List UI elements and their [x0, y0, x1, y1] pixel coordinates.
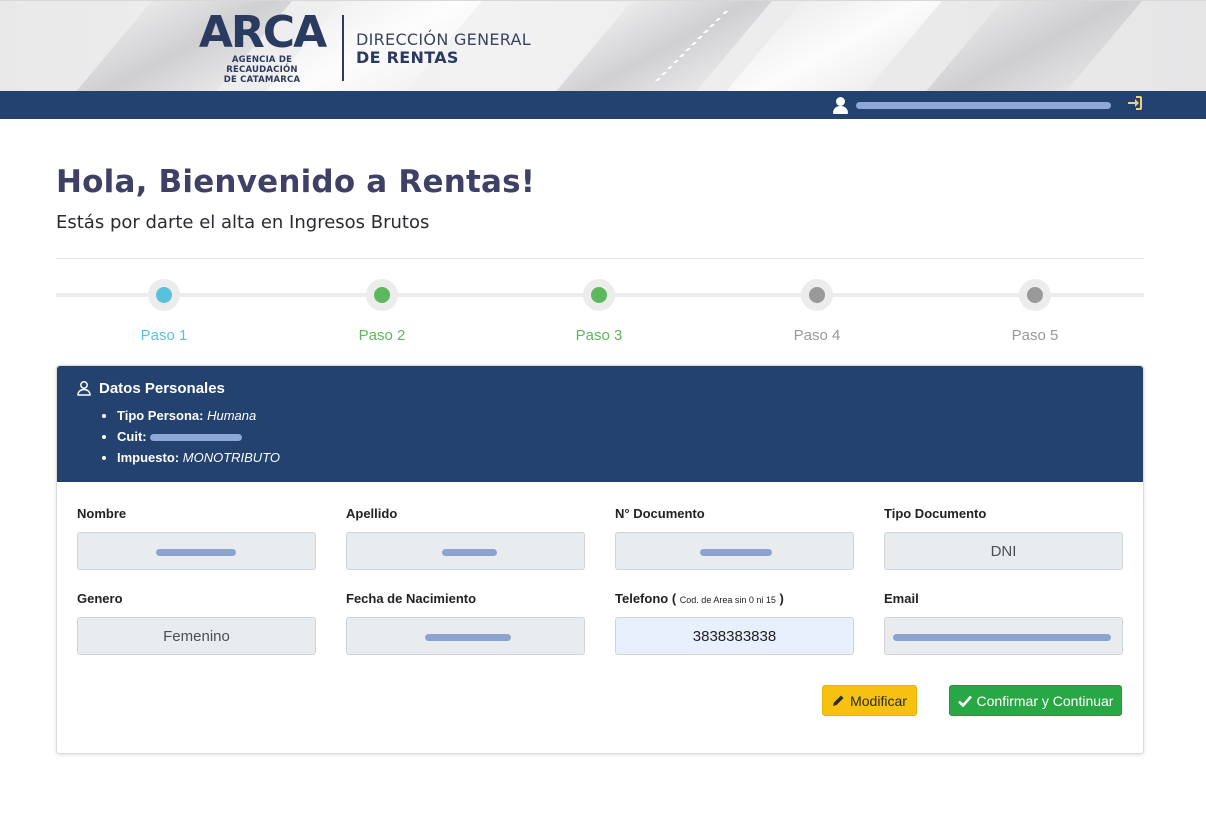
confirmar-label: Confirmar y Continuar	[976, 692, 1114, 709]
logo-sub-2: DE CATAMARCA	[223, 75, 301, 85]
card-header: Datos Personales Tipo Persona: Humana Cu…	[57, 366, 1143, 482]
field-genero: Genero Femenino	[77, 591, 316, 655]
telefono-label-text: Telefono	[615, 591, 669, 606]
card-title: Datos Personales	[77, 380, 1123, 397]
documento-label: N° Documento	[615, 506, 705, 521]
field-fecha-nacimiento: Fecha de Nacimiento	[346, 591, 585, 655]
telefono-hint: Cod. de Area sin 0 ni 15	[679, 595, 776, 605]
dept-line-2: DE RENTAS	[356, 48, 459, 67]
step-5-dot	[1027, 287, 1043, 303]
redaction-mark	[700, 549, 772, 556]
step-3[interactable]: Paso 3	[549, 279, 649, 344]
redaction-mark	[156, 549, 236, 556]
step-4-dot	[809, 287, 825, 303]
telefono-label: Telefono ( Cod. de Area sin 0 ni 15 )	[615, 591, 854, 609]
apellido-input[interactable]	[346, 532, 585, 570]
modificar-button[interactable]: Modificar	[822, 685, 917, 716]
step-2-label: Paso 2	[358, 327, 406, 344]
step-5[interactable]: Paso 5	[985, 279, 1085, 344]
field-documento: N° Documento	[615, 506, 854, 570]
nombre-label: Nombre	[77, 506, 127, 521]
list-item: Tipo Persona: Humana	[117, 405, 1123, 426]
tipo-persona-value: Humana	[207, 408, 257, 423]
nombre-input[interactable]	[77, 532, 316, 570]
divider	[56, 258, 1144, 259]
confirmar-button[interactable]: Confirmar y Continuar	[949, 685, 1122, 716]
impuesto-label: Impuesto:	[117, 450, 180, 465]
step-2[interactable]: Paso 2	[332, 279, 432, 344]
user-outline-icon	[77, 381, 91, 396]
page-subtitle: Estás por darte el alta en Ingresos Brut…	[56, 212, 430, 233]
redaction-mark	[425, 634, 511, 641]
step-4[interactable]: Paso 4	[767, 279, 867, 344]
pencil-icon	[833, 695, 844, 706]
list-item: Impuesto: MONOTRIBUTO	[117, 447, 1123, 468]
genero-label: Genero	[77, 591, 123, 606]
logo-sub-1: AGENCIA DE RECAUDACIÓN	[226, 55, 298, 75]
card-details-list: Tipo Persona: Humana Cuit: Impuesto: MON…	[77, 405, 1123, 468]
tipo-documento-input[interactable]: DNI	[884, 532, 1123, 570]
field-email: Email	[884, 591, 1123, 655]
impuesto-value: MONOTRIBUTO	[182, 450, 281, 465]
cuit-redacted	[149, 434, 242, 442]
email-label: Email	[884, 591, 919, 606]
logo-word: ARCA	[198, 7, 327, 58]
telefono-input[interactable]: 3838383838	[615, 617, 854, 655]
dept-line-1: DIRECCIÓN GENERAL	[356, 30, 531, 49]
step-3-label: Paso 3	[575, 327, 623, 344]
email-input[interactable]	[884, 617, 1123, 655]
list-item: Cuit:	[117, 426, 1123, 447]
step-1-label: Paso 1	[140, 327, 188, 344]
redaction-mark	[856, 102, 1111, 109]
check-icon	[957, 695, 972, 707]
documento-input[interactable]	[615, 532, 854, 570]
user-name-redacted	[856, 96, 1111, 114]
tipo-persona-label: Tipo Persona:	[117, 408, 204, 423]
top-navbar	[0, 91, 1206, 119]
field-apellido: Apellido	[346, 506, 585, 570]
field-telefono: Telefono ( Cod. de Area sin 0 ni 15 ) 38…	[615, 591, 854, 655]
step-4-label: Paso 4	[793, 327, 841, 344]
user-icon	[833, 96, 848, 114]
tipo-documento-label: Tipo Documento	[884, 506, 987, 521]
apellido-label: Apellido	[346, 506, 398, 521]
header-banner: ARCA AGENCIA DE RECAUDACIÓN DE CATAMARCA…	[0, 0, 1206, 91]
redaction-mark	[442, 549, 497, 556]
sign-in-icon[interactable]	[1127, 96, 1142, 114]
cuit-label: Cuit:	[117, 429, 147, 444]
step-1-dot	[156, 287, 172, 303]
field-tipo-documento: Tipo Documento DNI	[884, 506, 1123, 570]
fecha-nacimiento-input[interactable]	[346, 617, 585, 655]
user-area	[833, 96, 1142, 114]
modificar-label: Modificar	[850, 692, 907, 709]
redaction-mark	[893, 634, 1111, 641]
step-5-label: Paso 5	[1011, 327, 1059, 344]
logo-divider	[342, 15, 344, 81]
field-nombre: Nombre	[77, 506, 316, 570]
fecha-nacimiento-label: Fecha de Nacimiento	[346, 591, 477, 606]
step-3-dot	[591, 287, 607, 303]
telefono-hint-close: )	[779, 591, 784, 606]
card-title-text: Datos Personales	[99, 380, 225, 397]
arca-logo[interactable]: ARCA AGENCIA DE RECAUDACIÓN DE CATAMARCA…	[198, 7, 531, 86]
genero-input[interactable]: Femenino	[77, 617, 316, 655]
step-2-dot	[374, 287, 390, 303]
banner-stripe	[901, 1, 1159, 91]
step-1[interactable]: Paso 1	[114, 279, 214, 344]
telefono-hint-open: (	[671, 591, 677, 606]
page-title: Hola, Bienvenido a Rentas!	[56, 164, 536, 200]
